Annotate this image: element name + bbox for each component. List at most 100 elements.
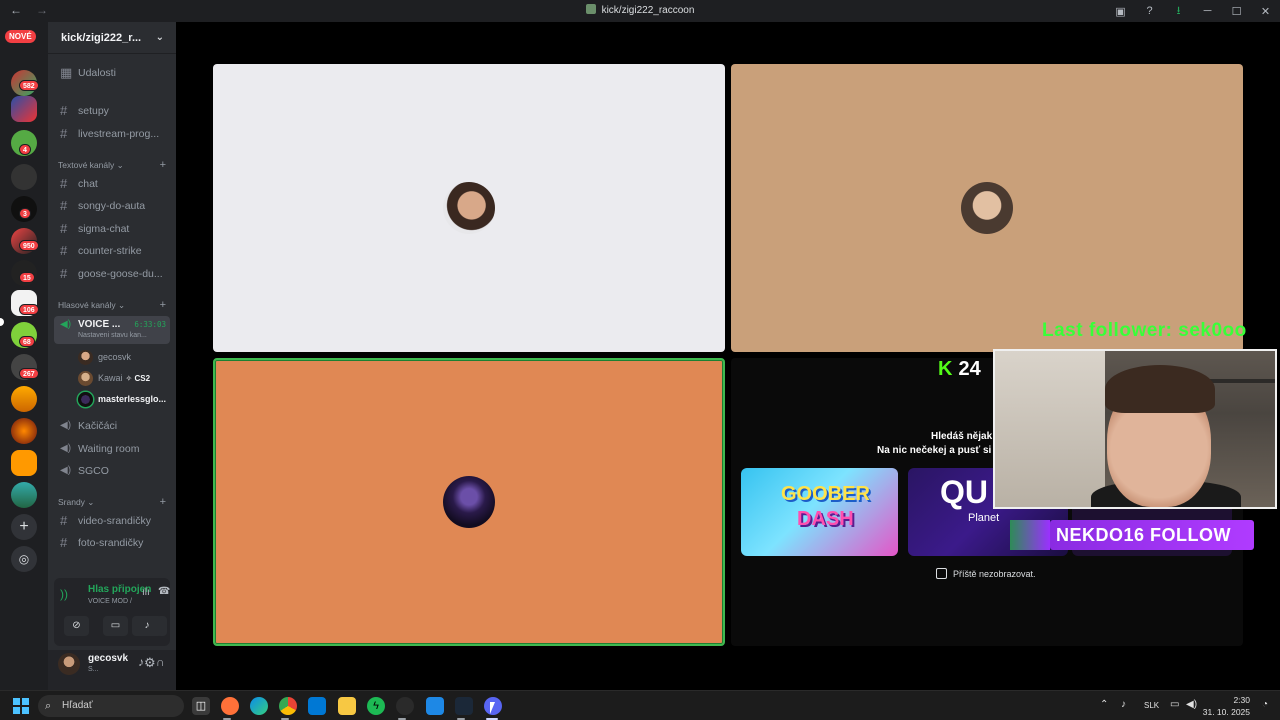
avatar bbox=[78, 371, 93, 386]
language-indicator[interactable]: SLK bbox=[1144, 701, 1159, 710]
channel-songy[interactable]: # songy-do-auta bbox=[54, 196, 172, 216]
follow-alert-overlay: NEKDO16 FOLLOW bbox=[1010, 520, 1254, 550]
avatar bbox=[961, 182, 1013, 234]
disconnect-icon[interactable]: ☎ bbox=[158, 586, 170, 597]
help-icon[interactable]: ? bbox=[1135, 5, 1164, 17]
kick-logo-icon: K bbox=[938, 358, 953, 380]
unread-badge: 267 bbox=[19, 368, 39, 379]
game-tag: ✧ CS2 bbox=[125, 374, 151, 383]
server-icon[interactable] bbox=[11, 450, 37, 476]
channel-chat[interactable]: # chat bbox=[54, 174, 172, 194]
download-icon[interactable]: ⭳ bbox=[1164, 2, 1193, 21]
channel-foto[interactable]: # foto-srandičky bbox=[54, 533, 172, 553]
channel-video[interactable]: # video-srandičky bbox=[54, 511, 172, 531]
notepad-icon[interactable] bbox=[426, 697, 444, 715]
channel-livestream[interactable]: # livestream-prog... bbox=[54, 124, 172, 144]
screen-share-button[interactable]: ▭ bbox=[103, 616, 128, 636]
voice-member[interactable]: masterlessglo... bbox=[78, 390, 170, 408]
speaker-icon: ◀) bbox=[60, 420, 72, 431]
category-srandy[interactable]: Srandy ⌄ + bbox=[58, 496, 166, 508]
windows-start-icon[interactable] bbox=[13, 698, 29, 714]
speaker-icon: ◀) bbox=[60, 465, 72, 476]
microphone-icon[interactable]: ♪ bbox=[1121, 699, 1126, 710]
close-icon[interactable]: ✕ bbox=[1251, 5, 1280, 18]
steam-icon[interactable] bbox=[455, 697, 473, 715]
unread-badge: 4 bbox=[19, 144, 31, 155]
channel-sidebar: kick/zigi222_r... ⌄ ▦ Udalosti # setupy #… bbox=[48, 22, 176, 690]
file-explorer-icon[interactable] bbox=[338, 697, 356, 715]
hash-icon: # bbox=[60, 266, 68, 281]
headphones-icon[interactable]: ∩ bbox=[156, 655, 165, 669]
obs-icon[interactable] bbox=[396, 697, 414, 715]
mouse-cursor-icon bbox=[490, 702, 495, 714]
channel-goose[interactable]: # goose-goose-du... bbox=[54, 264, 172, 284]
maximize-icon[interactable]: ☐ bbox=[1222, 5, 1251, 18]
hash-icon: # bbox=[60, 126, 68, 141]
noise-suppression-icon[interactable]: ılı bbox=[142, 587, 150, 598]
unread-badge: 582 bbox=[19, 80, 39, 91]
video-tile[interactable] bbox=[213, 64, 725, 352]
server-icon[interactable] bbox=[11, 96, 37, 122]
unread-badge: 3 bbox=[19, 208, 31, 219]
volume-icon[interactable]: ◀) bbox=[1186, 699, 1197, 710]
server-icon[interactable] bbox=[11, 164, 37, 190]
webcam-overlay bbox=[993, 349, 1277, 509]
taskbar-clock[interactable]: 2:30 31. 10. 2025 bbox=[1203, 694, 1250, 718]
hash-icon: # bbox=[60, 221, 68, 236]
voice-channel[interactable]: ◀) Waiting room bbox=[54, 439, 172, 459]
server-icon[interactable] bbox=[11, 386, 37, 412]
active-voice-channel[interactable]: ◀) VOICE ... 6:33:03 Nastaveni stavu kan… bbox=[54, 316, 170, 344]
add-channel-icon[interactable]: + bbox=[160, 299, 166, 311]
category-voice[interactable]: Hlasové kanály ⌄ + bbox=[58, 299, 166, 311]
taskbar-search[interactable]: ⌕ Hľadať bbox=[38, 695, 184, 717]
chrome-icon[interactable] bbox=[279, 697, 297, 715]
add-channel-icon[interactable]: + bbox=[160, 496, 166, 508]
voice-member[interactable]: Kawai ✧ CS2 bbox=[78, 369, 170, 387]
edge-icon[interactable] bbox=[250, 697, 268, 715]
channel-counter-strike[interactable]: # counter-strike bbox=[54, 241, 172, 261]
soundboard-button[interactable]: ♪ bbox=[132, 616, 162, 636]
firefox-icon[interactable] bbox=[221, 697, 239, 715]
add-server-icon[interactable]: + bbox=[11, 514, 37, 540]
window-title: kick/zigi222_raccoon bbox=[0, 4, 1280, 16]
game-card[interactable]: GOOBER DASH bbox=[741, 468, 898, 556]
voice-channel[interactable]: ◀) SGCO bbox=[54, 461, 172, 481]
title-bar-controls: ▣ ? ⭳ ─ ☐ ✕ bbox=[1106, 0, 1280, 22]
notifications-icon[interactable]: ◔ bbox=[1262, 699, 1268, 710]
checkbox-icon[interactable] bbox=[936, 568, 947, 579]
channel-setupy[interactable]: # setupy bbox=[54, 101, 172, 121]
dont-show-checkbox[interactable]: Příště nezobrazovat. bbox=[936, 568, 1036, 579]
guild-header[interactable]: kick/zigi222_r... ⌄ bbox=[48, 22, 176, 54]
app-icon[interactable]: ϟ bbox=[367, 697, 385, 715]
video-tile[interactable] bbox=[731, 64, 1243, 352]
inbox-icon[interactable]: ▣ bbox=[1106, 5, 1135, 18]
video-tile-speaking[interactable] bbox=[213, 358, 725, 646]
voice-channel[interactable]: ◀) Kačičáci bbox=[54, 416, 172, 436]
settings-gear-icon[interactable]: ⚙ bbox=[144, 655, 156, 671]
calendar-icon: ▦ bbox=[60, 65, 73, 80]
avatar[interactable] bbox=[58, 653, 80, 675]
channel-sigma[interactable]: # sigma-chat bbox=[54, 219, 172, 239]
camera-off-button[interactable]: ⊘ bbox=[64, 616, 89, 636]
server-icon bbox=[585, 4, 596, 14]
unread-badge: 68 bbox=[19, 336, 35, 347]
server-icon[interactable] bbox=[11, 418, 37, 444]
network-icon[interactable]: ▭ bbox=[1170, 699, 1179, 710]
discover-icon[interactable]: ◎ bbox=[11, 546, 37, 572]
server-icon[interactable] bbox=[11, 482, 37, 508]
unread-badge: 15 bbox=[19, 272, 35, 283]
avatar bbox=[78, 350, 93, 365]
chevron-up-icon[interactable]: ⌃ bbox=[1100, 699, 1108, 710]
store-icon[interactable] bbox=[308, 697, 326, 715]
minimize-icon[interactable]: ─ bbox=[1193, 5, 1222, 17]
add-channel-icon[interactable]: + bbox=[160, 159, 166, 171]
avatar bbox=[443, 182, 495, 234]
kick-viewer-count: K 24 bbox=[938, 358, 981, 380]
widgets-icon[interactable]: ◫ bbox=[192, 697, 210, 715]
unread-badge: 106 bbox=[19, 304, 39, 315]
voice-member[interactable]: gecosvk bbox=[78, 348, 170, 366]
events-link[interactable]: ▦ Udalosti bbox=[54, 63, 172, 83]
avatar bbox=[443, 476, 495, 528]
server-list: NOVÉ 582 4 3 950 15 106 68 267 + ◎ bbox=[0, 22, 48, 690]
category-text[interactable]: Textové kanály ⌄ + bbox=[58, 159, 166, 171]
